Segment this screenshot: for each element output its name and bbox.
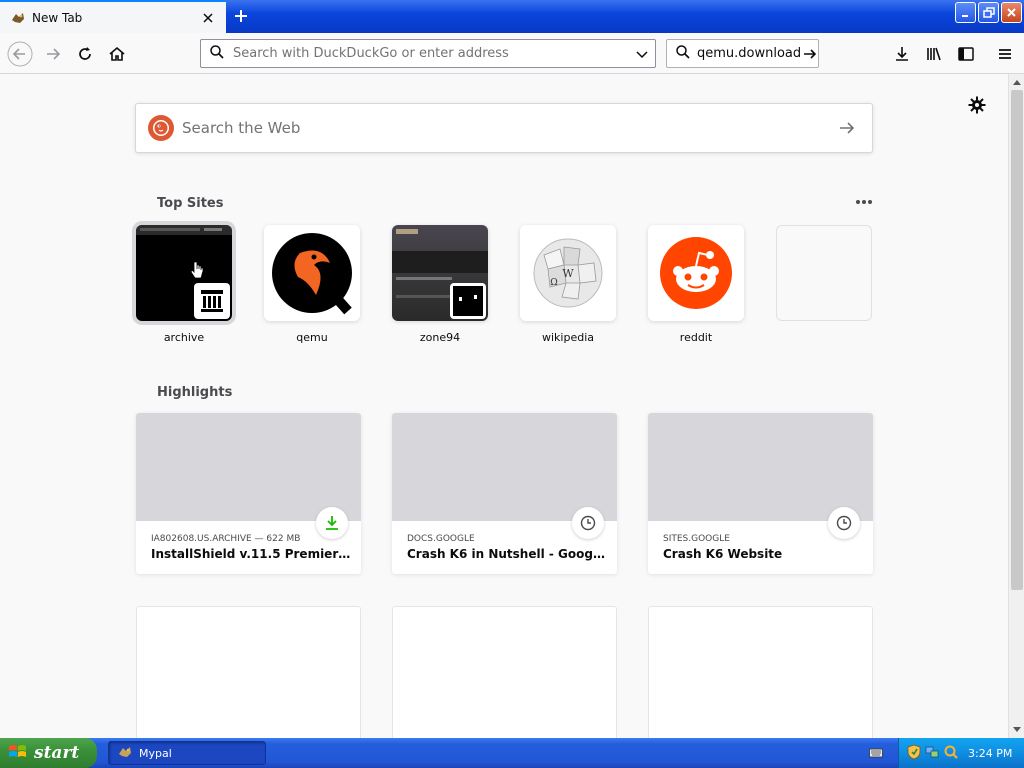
card-title: Crash K6 in Nutshell - Google Docs [407,547,607,561]
window-controls [955,2,1022,23]
mypal-app-icon [117,744,133,763]
svg-text:W: W [562,267,574,280]
web-search-input[interactable]: Search the Web [182,119,822,137]
new-tab-page: Search the Web Top Sites archive qemu zo… [0,74,1008,738]
url-bar[interactable]: Search with DuckDuckGo or enter address [200,39,656,68]
security-shield-icon[interactable] [907,744,921,763]
gear-icon[interactable] [966,94,988,116]
sidebar-icon[interactable] [953,41,979,67]
highlight-card[interactable]: DOCS.GOOGLE Crash K6 in Nutshell - Googl… [392,413,617,574]
top-site-label: zone94 [419,331,461,344]
minimize-icon[interactable] [955,2,976,23]
top-site-wikipedia[interactable]: W Ω [520,225,616,321]
highlight-card[interactable]: IA802608.US.ARCHIVE — 622 MB InstallShie… [136,413,361,574]
highlight-card[interactable]: SITES.GOOGLE Crash K6 Website [648,413,873,574]
empty-highlight-card [648,606,873,738]
keyboard-icon[interactable] [868,745,884,761]
card-title: InstallShield v.11.5 Premier Editi... [151,547,351,561]
search-icon [209,44,225,63]
card-thumbnail [136,413,361,521]
close-tab-icon[interactable] [198,8,218,28]
web-search-box[interactable]: Search the Web [135,103,873,153]
hamburger-menu-icon[interactable] [992,41,1018,67]
top-site-qemu[interactable] [264,225,360,321]
duckduckgo-logo-icon [148,115,174,141]
downloads-icon[interactable] [889,41,915,67]
close-window-icon[interactable] [1001,2,1022,23]
top-site-label: archive [163,331,205,344]
search-input[interactable]: qemu.download [697,46,801,61]
top-site-label: reddit [679,331,713,344]
home-icon[interactable] [104,41,130,67]
top-site-label: qemu [296,331,328,344]
reddit-logo-icon [658,235,734,314]
network-icon[interactable] [924,744,940,763]
top-site-reddit[interactable] [648,225,744,321]
card-title: Crash K6 Website [663,547,783,561]
taskbar-item-label: Mypal [139,746,172,760]
library-icon[interactable] [921,41,947,67]
clock-icon [828,507,860,539]
top-site-zone94[interactable] [392,225,488,321]
highlights-heading: Highlights [157,385,233,400]
card-host: IA802608.US.ARCHIVE — 622 MB [151,534,301,544]
top-site-archive[interactable] [136,225,232,321]
url-input[interactable]: Search with DuckDuckGo or enter address [233,46,629,61]
search-go-arrow-icon[interactable] [822,104,872,152]
empty-highlight-card [392,606,617,738]
search-go-arrow-icon[interactable] [801,46,818,62]
more-options-icon[interactable] [852,194,876,210]
start-label: start [34,743,80,763]
chevron-down-icon[interactable] [629,41,655,67]
start-button[interactable]: start [0,738,97,768]
search-tray-icon[interactable] [943,744,959,763]
tab-new-tab[interactable]: New Tab [0,0,226,33]
clock: 3:24 PM [968,746,1013,760]
taskbar-item-mypal[interactable]: Mypal [108,741,266,765]
restore-icon[interactable] [978,2,999,23]
reload-icon[interactable] [72,41,98,67]
forward-arrow-icon[interactable] [40,41,66,67]
system-tray: 3:24 PM [898,738,1024,768]
scroll-up-arrow-icon[interactable] [1009,74,1024,90]
empty-highlight-card [136,606,361,738]
new-tab-plus-icon[interactable] [229,4,253,28]
svg-text:Ω: Ω [550,278,557,288]
zone94-logo-icon [450,283,486,319]
page-scrollbar[interactable] [1008,74,1024,738]
wikipedia-globe-icon: W Ω [530,235,606,314]
scroll-thumb[interactable] [1011,90,1023,590]
archive-logo-icon [194,283,230,319]
tab-strip: New Tab [0,0,1024,33]
windows-flag-icon [8,743,28,764]
top-sites-heading: Top Sites [157,196,224,211]
card-host: SITES.GOOGLE [663,534,730,544]
download-icon [316,507,348,539]
back-arrow-icon[interactable] [7,41,33,67]
navigation-toolbar: Search with DuckDuckGo or enter address … [0,33,1024,74]
card-host: DOCS.GOOGLE [407,534,475,544]
card-thumbnail [392,413,617,521]
card-thumbnail [648,413,873,521]
search-bar[interactable]: qemu.download [666,39,819,68]
mypal-favicon-icon [10,10,26,26]
search-icon [675,44,691,63]
scroll-down-arrow-icon[interactable] [1009,722,1024,738]
tab-title: New Tab [32,10,83,25]
windows-taskbar: start Mypal 3:24 PM [0,738,1024,768]
top-site-empty[interactable] [776,225,872,321]
hand-pointer-cursor-icon [190,261,204,284]
qemu-logo-icon [270,231,354,318]
top-site-label: wikipedia [541,331,594,344]
clock-icon [572,507,604,539]
